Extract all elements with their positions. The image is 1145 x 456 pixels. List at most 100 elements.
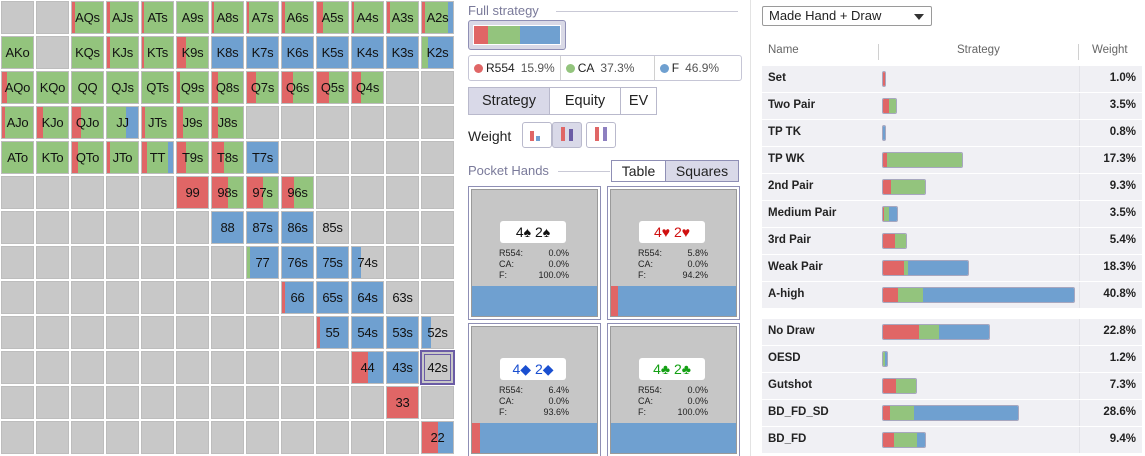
hand-cell-empty[interactable]: [211, 421, 244, 454]
hand-cell-k9s[interactable]: K9s: [176, 36, 209, 69]
hand-cell-a7s[interactable]: A7s: [246, 1, 279, 34]
hand-cell-empty[interactable]: [141, 176, 174, 209]
hand-cell-empty[interactable]: [316, 386, 349, 419]
hand-cell-empty[interactable]: [246, 316, 279, 349]
hand-cell-empty[interactable]: [1, 176, 34, 209]
hand-cell-a3s[interactable]: A3s: [386, 1, 419, 34]
hand-cell-qts[interactable]: QTs: [141, 71, 174, 104]
hand-cell-k8s[interactable]: K8s: [211, 36, 244, 69]
hand-cell-k6s[interactable]: K6s: [281, 36, 314, 69]
hand-cell-empty[interactable]: [176, 316, 209, 349]
hand-cell-85s[interactable]: 85s: [316, 211, 349, 244]
hand-cell-44[interactable]: 44: [351, 351, 384, 384]
weight-mode-1-button[interactable]: [522, 122, 552, 148]
hand-cell-empty[interactable]: [71, 281, 104, 314]
hand-cell-empty[interactable]: [351, 106, 384, 139]
hand-cell-empty[interactable]: [386, 71, 419, 104]
hand-cell-q8s[interactable]: Q8s: [211, 71, 244, 104]
hand-cell-empty[interactable]: [386, 246, 419, 279]
hand-cell-empty[interactable]: [281, 316, 314, 349]
squares-tab[interactable]: Squares: [665, 160, 739, 182]
hand-cell-empty[interactable]: [36, 1, 69, 34]
hand-cell-63s[interactable]: 63s: [386, 281, 419, 314]
combo-square[interactable]: 4♣ 2♣ R554: 0.0% CA: 0.0% F: 100.0%: [607, 323, 740, 456]
hand-cell-a8s[interactable]: A8s: [211, 1, 244, 34]
equity-tab[interactable]: Equity: [549, 87, 621, 115]
hand-cell-jj[interactable]: JJ: [106, 106, 139, 139]
full-strategy-swatch[interactable]: [468, 20, 566, 50]
hand-cell-q5s[interactable]: Q5s: [316, 71, 349, 104]
hand-cell-empty[interactable]: [106, 176, 139, 209]
hand-cell-52s[interactable]: 52s: [421, 316, 454, 349]
hand-cell-q9s[interactable]: Q9s: [176, 71, 209, 104]
hand-cell-55[interactable]: 55: [316, 316, 349, 349]
hand-cell-empty[interactable]: [421, 106, 454, 139]
weight-mode-3-button[interactable]: [586, 122, 616, 148]
hand-cell-empty[interactable]: [106, 246, 139, 279]
hand-cell-k5s[interactable]: K5s: [316, 36, 349, 69]
hand-cell-66[interactable]: 66: [281, 281, 314, 314]
table-row[interactable]: BD_FD_SD 28.6%: [762, 400, 1142, 426]
hand-cell-empty[interactable]: [386, 141, 419, 174]
hand-cell-k4s[interactable]: K4s: [351, 36, 384, 69]
hand-cell-empty[interactable]: [176, 281, 209, 314]
table-tab[interactable]: Table: [611, 160, 666, 182]
hand-cell-empty[interactable]: [246, 386, 279, 419]
hand-cell-empty[interactable]: [316, 106, 349, 139]
hand-cell-kjo[interactable]: KJo: [36, 106, 69, 139]
hand-cell-qq[interactable]: QQ: [71, 71, 104, 104]
hand-cell-q4s[interactable]: Q4s: [351, 71, 384, 104]
hand-cell-empty[interactable]: [141, 316, 174, 349]
hand-cell-a6s[interactable]: A6s: [281, 1, 314, 34]
hand-cell-aqs[interactable]: AQs: [71, 1, 104, 34]
table-row[interactable]: 3rd Pair 5.4%: [762, 228, 1142, 254]
table-row[interactable]: 2nd Pair 9.3%: [762, 174, 1142, 200]
table-row[interactable]: A-high 40.8%: [762, 282, 1142, 308]
combo-square[interactable]: 4♥ 2♥ R554: 5.8% CA: 0.0% F: 94.2%: [607, 186, 740, 320]
hand-cell-empty[interactable]: [141, 281, 174, 314]
table-row[interactable]: OESD 1.2%: [762, 346, 1142, 372]
hand-cell-empty[interactable]: [36, 316, 69, 349]
hand-cell-74s[interactable]: 74s: [351, 246, 384, 279]
hand-cell-empty[interactable]: [211, 386, 244, 419]
hand-cell-empty[interactable]: [351, 141, 384, 174]
hand-cell-empty[interactable]: [421, 176, 454, 209]
hand-cell-96s[interactable]: 96s: [281, 176, 314, 209]
hand-cell-empty[interactable]: [316, 421, 349, 454]
table-row[interactable]: Gutshot 7.3%: [762, 373, 1142, 399]
hand-cell-tt[interactable]: TT: [141, 141, 174, 174]
hand-cell-kjs[interactable]: KJs: [106, 36, 139, 69]
hand-cell-empty[interactable]: [386, 106, 419, 139]
strategy-tab[interactable]: Strategy: [468, 87, 550, 115]
hand-cell-a4s[interactable]: A4s: [351, 1, 384, 34]
hand-cell-jts[interactable]: JTs: [141, 106, 174, 139]
hand-cell-k2s[interactable]: K2s: [421, 36, 454, 69]
hand-cell-empty[interactable]: [246, 421, 279, 454]
hand-class-dropdown[interactable]: Made Hand + Draw: [762, 6, 932, 26]
hand-cell-q6s[interactable]: Q6s: [281, 71, 314, 104]
hand-cell-ato[interactable]: ATo: [1, 141, 34, 174]
hand-cell-qjs[interactable]: QJs: [106, 71, 139, 104]
hand-cell-jto[interactable]: JTo: [106, 141, 139, 174]
table-row[interactable]: Medium Pair 3.5%: [762, 201, 1142, 227]
hand-cell-empty[interactable]: [71, 421, 104, 454]
hand-cell-88[interactable]: 88: [211, 211, 244, 244]
hand-cell-a9s[interactable]: A9s: [176, 1, 209, 34]
hand-cell-j9s[interactable]: J9s: [176, 106, 209, 139]
hand-cell-ajs[interactable]: AJs: [106, 1, 139, 34]
hand-cell-empty[interactable]: [211, 316, 244, 349]
hand-cell-empty[interactable]: [351, 176, 384, 209]
hand-cell-empty[interactable]: [386, 211, 419, 244]
hand-cell-empty[interactable]: [71, 316, 104, 349]
hand-cell-empty[interactable]: [211, 246, 244, 279]
hand-cell-75s[interactable]: 75s: [316, 246, 349, 279]
hand-cell-j8s[interactable]: J8s: [211, 106, 244, 139]
hand-cell-empty[interactable]: [316, 141, 349, 174]
table-row[interactable]: TP TK 0.8%: [762, 120, 1142, 146]
hand-cell-empty[interactable]: [1, 351, 34, 384]
hand-cell-empty[interactable]: [106, 211, 139, 244]
hand-cell-a2s[interactable]: A2s: [421, 1, 454, 34]
hand-cell-empty[interactable]: [106, 421, 139, 454]
hand-cell-empty[interactable]: [71, 211, 104, 244]
hand-cell-empty[interactable]: [421, 386, 454, 419]
